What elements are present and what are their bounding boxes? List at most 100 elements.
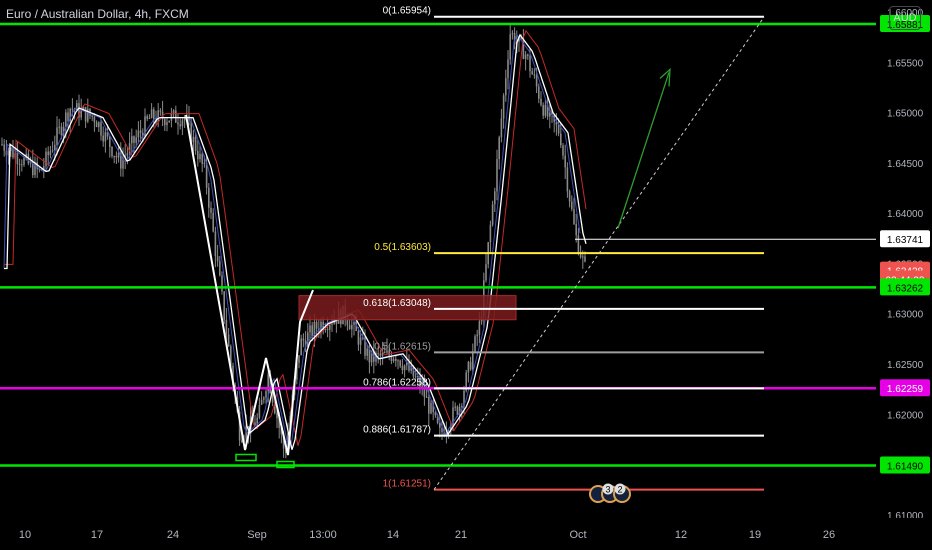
candle-body (535, 75, 538, 87)
candle-body (172, 110, 175, 114)
candle-body (65, 112, 67, 127)
candle-body (456, 406, 459, 415)
candle-body (221, 275, 223, 292)
candle-body (524, 54, 527, 59)
candle-body (95, 122, 98, 128)
candle-body (21, 164, 23, 166)
candle-body (351, 324, 353, 330)
candle-body (146, 116, 148, 119)
candle-body (315, 322, 318, 329)
candle-body (258, 404, 261, 418)
fib-label: 0.5(1.63603) (374, 242, 431, 253)
candle-body (560, 133, 562, 146)
candle-body (582, 256, 584, 258)
candle-body (104, 132, 107, 142)
candle-body (214, 231, 217, 257)
candle-body (71, 108, 74, 110)
currency-button[interactable]: AUD (889, 6, 921, 30)
candle-body (201, 153, 203, 164)
candle-body (392, 358, 395, 362)
candle-body (113, 155, 115, 157)
candle-body (298, 355, 300, 363)
fib-label: 0.618(1.63048) (363, 298, 431, 309)
candle-body (461, 405, 463, 407)
candle-body (45, 151, 47, 167)
candle-body (133, 136, 135, 143)
x-tick-label: 24 (167, 529, 179, 541)
y-tick-label: 1.62000 (887, 410, 924, 421)
y-tick-label: 1.64000 (887, 209, 924, 220)
candle-body (494, 191, 496, 205)
candle-body (225, 319, 228, 335)
candle-body (216, 256, 219, 262)
candle-body (428, 396, 430, 414)
candle-body (148, 118, 151, 120)
candle-body (1, 144, 3, 146)
candle-body (485, 264, 487, 281)
candle-body (197, 151, 199, 160)
x-tick-label: 12 (675, 529, 687, 541)
candle-body (56, 127, 58, 145)
candle-body (164, 119, 166, 126)
candle-body (573, 208, 575, 224)
x-tick-label: Sep (247, 529, 267, 541)
candle-body (430, 402, 432, 414)
candle-body (311, 325, 313, 337)
candle-body (579, 253, 582, 258)
candle-body (562, 145, 564, 156)
y-tick-label: 1.65000 (887, 109, 924, 120)
chart-area[interactable]: 0(1.65954) 0.5(1.63603) 0.618(1.63048) 0.5(… (0, 0, 932, 550)
x-tick-label: 17 (91, 529, 103, 541)
candle-body (348, 324, 351, 330)
price-chart[interactable]: 0(1.65954) 0.5(1.63603) 0.618(1.63048) 0.5(… (0, 0, 932, 550)
candle-body (326, 329, 329, 331)
candle-body (498, 137, 500, 160)
candle-body (177, 122, 179, 125)
candle-body (401, 366, 404, 371)
candle-body (505, 78, 507, 96)
candle-body (489, 224, 492, 243)
x-tick-label: Oct (569, 529, 586, 541)
fib-label: 0.886(1.61787) (363, 425, 431, 436)
symbol-title: Euro / Australian Dollar, 4h, FXCM (6, 7, 189, 21)
candle-body (49, 151, 52, 156)
price-tag-label: 1.63741 (887, 235, 924, 246)
x-tick-label: 14 (387, 529, 399, 541)
candle-body (109, 136, 111, 147)
candle-body (533, 74, 536, 76)
candle-body (137, 130, 140, 138)
candle-body (469, 361, 472, 370)
candle-body (47, 151, 49, 156)
candle-body (529, 56, 531, 72)
candle-body (575, 223, 577, 236)
candle-body (307, 332, 309, 347)
candle-body (210, 207, 212, 213)
candle-body (227, 334, 230, 347)
candle-body (212, 212, 214, 232)
candle-body (527, 54, 529, 57)
candle-body (219, 261, 221, 276)
candle-body (115, 155, 118, 158)
candle-body (511, 33, 514, 35)
candle-body (23, 157, 25, 165)
candle-body (399, 360, 401, 367)
event-count-label: 3 (605, 485, 610, 495)
candle-body (194, 136, 197, 152)
candle-body (566, 167, 569, 192)
candle-body (408, 362, 410, 371)
candle-body (474, 336, 476, 352)
y-tick-label: 1.65500 (887, 58, 924, 69)
candle-body (366, 348, 368, 356)
candle-body (168, 120, 170, 123)
candle-body (491, 204, 494, 225)
candle-body (265, 391, 267, 398)
candle-body (199, 153, 201, 160)
candle-body (263, 397, 265, 400)
x-tick-label: 21 (455, 529, 467, 541)
candle-body (111, 146, 113, 156)
fib-label: 0.5(1.62615) (374, 341, 431, 352)
candle-body (331, 323, 333, 325)
candle-body (159, 110, 162, 112)
candle-body (126, 153, 129, 156)
candle-body (496, 159, 498, 192)
